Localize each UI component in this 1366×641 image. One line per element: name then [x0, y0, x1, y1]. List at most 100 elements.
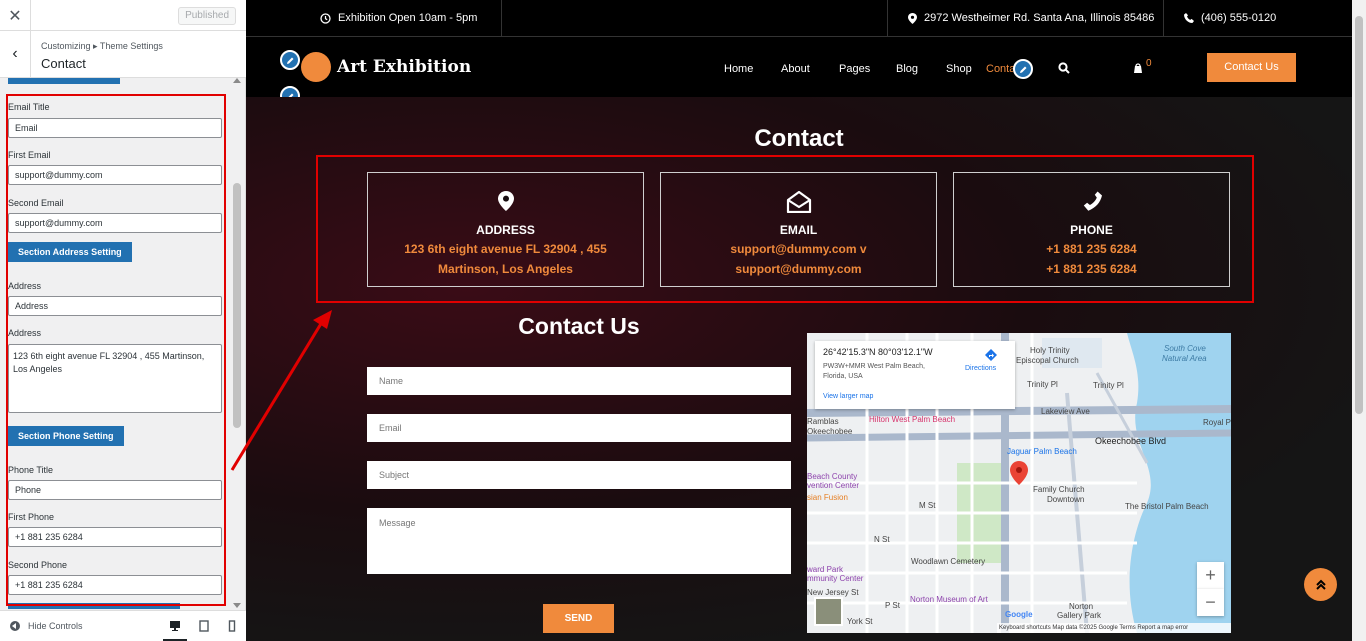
nav-about[interactable]: About [781, 63, 810, 75]
cart-count: 0 [1146, 58, 1152, 69]
tablet-icon[interactable] [198, 620, 210, 632]
phone-icon [1184, 13, 1194, 23]
scroll-down-icon[interactable] [233, 603, 241, 608]
map-label: York St [847, 617, 873, 626]
address-text: 2972 Westheimer Rd. Santa Ana, Illinois … [924, 12, 1155, 24]
divider [1163, 0, 1164, 37]
contact-page-content: Contact ADDRESS 123 6th eight avenue FL … [246, 97, 1352, 641]
nav-pages[interactable]: Pages [839, 63, 870, 75]
address-card: ADDRESS 123 6th eight avenue FL 32904 , … [367, 172, 644, 287]
location-pin-icon [497, 191, 514, 211]
contact-us-button[interactable]: Contact Us [1207, 53, 1296, 82]
map-label: Episcopal Church [1016, 356, 1079, 365]
map-label: Lakeview Ave [1041, 407, 1090, 416]
map-label: Woodlawn Cemetery [911, 557, 986, 566]
card-line: +1 881 235 6284 [1046, 262, 1137, 276]
card-title: EMAIL [779, 223, 818, 237]
card-line: Martinson, Los Angeles [438, 262, 573, 276]
map-label: Ramblas [807, 417, 839, 426]
map-label: Okeechobee [807, 427, 853, 436]
send-button[interactable]: SEND [543, 604, 614, 633]
close-icon[interactable]: ✕ [0, 0, 31, 31]
zoom-out-button[interactable]: − [1197, 589, 1224, 616]
map-label: N St [874, 535, 890, 544]
logo-icon [301, 52, 331, 82]
hide-controls-button[interactable]: Hide Controls [10, 621, 83, 631]
highlight-box [6, 94, 226, 606]
map-label: sian Fusion [807, 493, 848, 502]
card-title: ADDRESS [476, 223, 535, 237]
clock-icon [320, 12, 331, 24]
card-line: +1 881 235 6284 [1046, 242, 1137, 256]
back-arrow-icon[interactable]: ‹ [0, 31, 31, 77]
map-label: vention Center [807, 481, 860, 490]
phone-text: (406) 555-0120 [1201, 12, 1277, 24]
logo-text: Art Exhibition [337, 57, 472, 77]
edit-pencil-icon[interactable] [280, 50, 300, 70]
map-label: mmunity Center [807, 574, 864, 583]
message-textarea[interactable]: Message [367, 508, 791, 574]
map-label: Beach County [807, 472, 858, 481]
site-preview: Exhibition Open 10am - 5pm 2972 Westheim… [246, 0, 1352, 641]
phone-card: PHONE +1 881 235 6284 +1 881 235 6284 [953, 172, 1230, 287]
view-larger-map-link[interactable]: View larger map [823, 393, 873, 400]
map-label: M St [919, 501, 936, 510]
scrollbar-thumb[interactable] [233, 183, 241, 428]
search-icon[interactable] [1058, 62, 1070, 74]
customizer-topbar: ✕ Published [0, 0, 246, 31]
mobile-icon[interactable] [226, 620, 238, 632]
partial-section-button[interactable] [8, 78, 120, 84]
section-title: Contact [41, 56, 86, 71]
map-label: ward Park [807, 565, 844, 574]
top-info-bar: Exhibition Open 10am - 5pm 2972 Westheim… [246, 0, 1352, 37]
name-input[interactable]: Name [367, 367, 791, 395]
card-line: support@dummy.com [735, 262, 862, 276]
divider [501, 0, 502, 37]
directions-icon[interactable] [985, 349, 997, 363]
email-card: EMAIL support@dummy.com v support@dummy.… [660, 172, 937, 287]
google-map[interactable]: 26°42'15.3"N 80°03'12.1"W PW3W+MMR West … [807, 333, 1231, 633]
scrollbar-thumb[interactable] [1355, 16, 1363, 414]
collapse-icon [10, 621, 20, 631]
hours-text: Exhibition Open 10am - 5pm [338, 12, 478, 24]
nav-home[interactable]: Home [724, 63, 753, 75]
nav-shop[interactable]: Shop [946, 63, 972, 75]
email-input[interactable]: Email [367, 414, 791, 442]
map-label: Natural Area [1162, 354, 1207, 363]
customizer-footer: Hide Controls [0, 610, 246, 641]
phone-icon [1083, 191, 1102, 211]
card-line: support@dummy.com v [730, 242, 867, 256]
page-title: Contact [754, 125, 844, 152]
map-label: Royal P [1203, 418, 1231, 427]
edit-pencil-icon[interactable] [1013, 59, 1033, 79]
google-logo: Google [1005, 610, 1033, 619]
sidebar-scrollbar[interactable] [230, 78, 244, 608]
desktop-icon[interactable] [169, 620, 181, 632]
map-attribution[interactable]: Keyboard shortcuts Map data ©2025 Google… [997, 623, 1231, 633]
map-label: Trinity Pl [1093, 381, 1124, 390]
map-info-card: 26°42'15.3"N 80°03'12.1"W PW3W+MMR West … [815, 341, 1015, 409]
zoom-in-button[interactable]: + [1197, 562, 1224, 589]
breadcrumb: Customizing ▸ Theme Settings [41, 41, 163, 51]
location-icon [908, 12, 917, 24]
double-chevron-up-icon[interactable] [1304, 568, 1337, 601]
map-label: Family Church [1033, 485, 1085, 494]
map-label: Downtown [1047, 495, 1085, 504]
cart-icon[interactable] [1132, 62, 1144, 74]
scroll-up-icon[interactable] [233, 78, 241, 83]
envelope-open-icon [786, 191, 811, 213]
section-header: ‹ Customizing ▸ Theme Settings Contact [0, 31, 246, 78]
map-label: Hilton West Palm Beach [869, 415, 956, 424]
map-label: P St [885, 601, 900, 610]
published-button[interactable]: Published [178, 7, 236, 25]
site-logo[interactable]: Art Exhibition [301, 52, 471, 82]
directions-link[interactable]: Directions [965, 365, 996, 372]
card-line: 123 6th eight avenue FL 32904 , 455 [404, 242, 607, 256]
nav-blog[interactable]: Blog [896, 63, 918, 75]
phone-info: (406) 555-0120 [1184, 12, 1276, 24]
subject-input[interactable]: Subject [367, 461, 791, 489]
map-label: Norton Museum of Art [910, 595, 988, 604]
page-scrollbar[interactable] [1352, 0, 1366, 641]
opening-hours: Exhibition Open 10am - 5pm [320, 12, 477, 24]
customizer-sidebar: ✕ Published ‹ Customizing ▸ Theme Settin… [0, 0, 246, 641]
